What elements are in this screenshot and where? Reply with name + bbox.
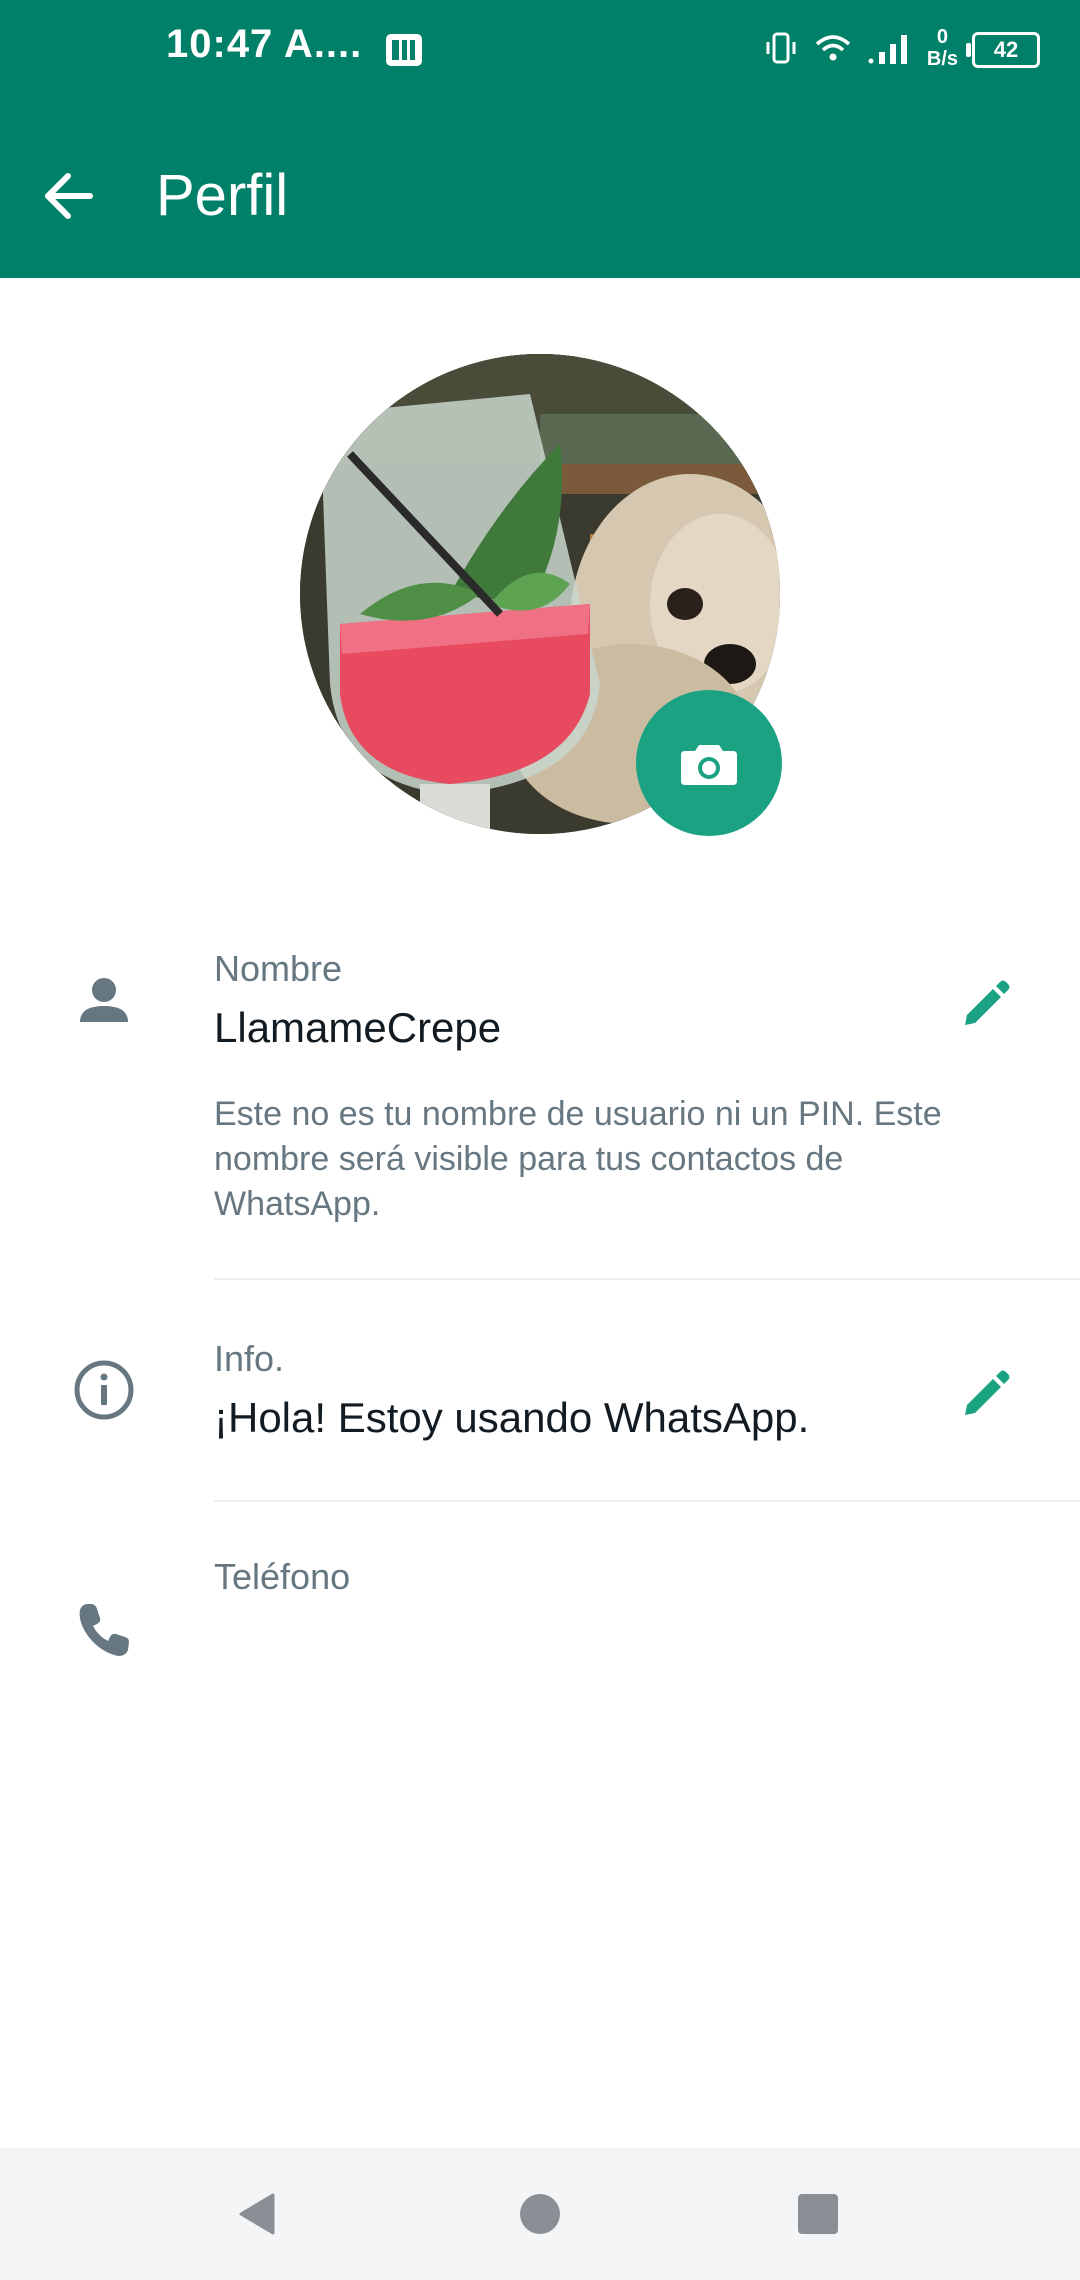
person-icon (64, 960, 144, 1040)
notification-icon (384, 30, 424, 70)
edit-name-button[interactable] (950, 970, 1020, 1040)
name-hint: Este no es tu nombre de usuario ni un PI… (214, 1095, 942, 1223)
signal-icon (867, 30, 913, 71)
pencil-icon (965, 1370, 1010, 1415)
circle-home-icon (520, 2194, 560, 2234)
phone-label: Teléfono (214, 1556, 351, 1597)
nav-home-button[interactable] (502, 2176, 578, 2252)
profile-screen: 10:47 A.... 0 B/s 42 Perfil Nombre Llama… (0, 0, 1080, 2280)
info-label: Info. (214, 1338, 285, 1379)
edit-info-button[interactable] (950, 1360, 1020, 1430)
divider (214, 1278, 1080, 1280)
wifi-icon (813, 30, 853, 71)
info-icon (64, 1350, 144, 1430)
triangle-back-icon (239, 2193, 275, 2235)
square-recents-icon (798, 2194, 838, 2234)
info-value: ¡Hola! Estoy usando WhatsApp. (214, 1394, 810, 1441)
name-label: Nombre (214, 948, 343, 989)
page-title: Perfil (156, 163, 289, 228)
status-bar: 10:47 A.... 0 B/s 42 (0, 0, 1080, 100)
battery-level: 42 (993, 37, 1019, 62)
camera-icon (681, 745, 737, 785)
name-row[interactable]: Nombre LlamameCrepe Este no es tu nombre… (0, 940, 1080, 1280)
status-time: 10:47 A.... (166, 22, 363, 66)
header: 10:47 A.... 0 B/s 42 Perfil (0, 0, 1080, 278)
change-photo-button[interactable] (636, 690, 782, 836)
nav-recents-button[interactable] (780, 2176, 856, 2252)
arrow-left-icon (45, 173, 93, 219)
net-speed: 0 B/s (927, 26, 958, 70)
nav-back-button[interactable] (220, 2176, 296, 2252)
app-bar: Perfil (0, 100, 1080, 278)
divider (214, 1500, 1080, 1502)
back-button[interactable] (30, 158, 106, 234)
battery-icon: 42 (966, 32, 1040, 68)
phone-row: Teléfono (0, 1550, 1080, 1690)
phone-icon (64, 1590, 144, 1670)
navigation-bar (0, 2148, 1080, 2280)
info-row[interactable]: Info. ¡Hola! Estoy usando WhatsApp. (0, 1330, 1080, 1500)
net-speed-unit: B/s (926, 48, 958, 70)
status-icons: 0 B/s 42 (763, 20, 1040, 80)
pencil-icon (965, 980, 1010, 1025)
net-speed-value: 0 (936, 26, 948, 48)
name-value: LlamameCrepe (214, 1004, 502, 1051)
vibrate-icon (763, 30, 799, 71)
